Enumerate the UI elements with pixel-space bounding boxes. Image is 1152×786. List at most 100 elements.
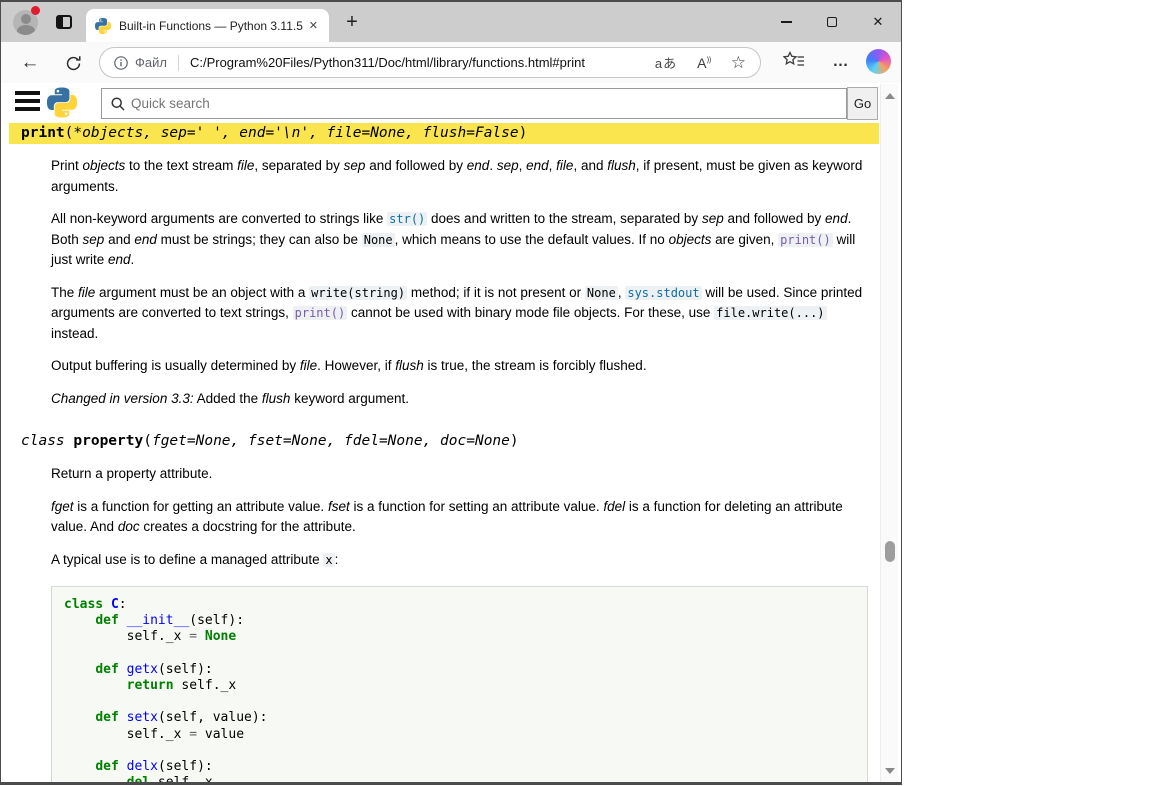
page-scrollbar[interactable] (880, 84, 898, 782)
text-segment: class (21, 433, 73, 449)
code-token: delx (127, 759, 158, 774)
code-token: : (119, 597, 127, 612)
minimize-button[interactable] (763, 2, 809, 42)
code-token: def (95, 662, 118, 677)
text-segment: to the text stream (125, 158, 237, 173)
settings-more-icon[interactable]: … (827, 46, 855, 78)
code-token (119, 759, 127, 774)
scroll-up-icon[interactable] (881, 87, 899, 104)
maximize-button[interactable] (809, 2, 855, 42)
tab-close-icon[interactable]: ✕ (307, 19, 320, 32)
refresh-button[interactable] (61, 51, 85, 75)
page-content: Go print ( *objects, sep=' ', end='\n', fi… (1, 83, 901, 782)
text-segment: and followed by (724, 211, 825, 226)
back-button[interactable]: ← (18, 51, 42, 75)
text-segment[interactable]: print() (778, 233, 833, 247)
code-token: setx (127, 710, 158, 725)
text-segment: sep (497, 158, 519, 173)
text-segment: sep (344, 158, 366, 173)
close-button[interactable]: ✕ (855, 2, 901, 42)
code-token (119, 710, 127, 725)
text-segment: fset (328, 499, 350, 514)
url-text[interactable]: C:/Program%20Files/Python311/Doc/html/li… (190, 55, 649, 70)
code-line (64, 646, 855, 662)
go-button[interactable]: Go (847, 87, 878, 120)
code-line: def __init__(self): (64, 613, 855, 629)
code-line: def getx(self): (64, 662, 855, 678)
text-segment: flush (262, 391, 291, 406)
text-segment: , which means to use the default values.… (395, 232, 669, 247)
text-segment: Changed in version 3.3: (51, 391, 194, 406)
text-segment: write(string) (309, 286, 407, 300)
copilot-icon[interactable] (866, 49, 891, 74)
browser-tab[interactable]: Built-in Functions — Python 3.11.5 ✕ (86, 9, 329, 42)
text-segment: , (519, 158, 527, 173)
scrollbar-thumb[interactable] (885, 541, 895, 562)
code-token: self._x (174, 678, 237, 693)
text-segment: None (585, 286, 618, 300)
favorite-star-icon[interactable]: ☆ (731, 53, 746, 73)
tab-actions-icon[interactable] (56, 15, 72, 29)
text-segment: fget=None, fset=None, fdel=None, doc=Non… (152, 433, 510, 449)
property-signature[interactable]: class property(fget=None, fset=None, fde… (9, 431, 879, 452)
code-token: (self): (158, 662, 213, 677)
code-token: self._x (64, 727, 189, 742)
doc-content: print ( *objects, sep=' ', end='\n', file=… (9, 123, 879, 785)
code-line: self._x = None (64, 629, 855, 645)
code-line: del self._x (64, 775, 855, 785)
code-token (197, 629, 205, 644)
info-icon[interactable] (114, 56, 128, 70)
text-segment[interactable]: print() (293, 306, 348, 320)
window-controls: ✕ (763, 2, 901, 42)
text-segment: , separated by (254, 158, 343, 173)
print-description: Print objects to the text stream file, s… (51, 156, 863, 409)
search-icon (111, 97, 125, 111)
text-segment: file (78, 285, 95, 300)
text-segment: is a function for setting an attribute v… (350, 499, 604, 514)
text-segment: *objects, sep=' ', end='\n', file=None, … (73, 125, 518, 141)
read-aloud-icon[interactable]: A⟩⟩ (697, 55, 711, 71)
translate-icon[interactable]: aあ (655, 53, 677, 72)
code-token (103, 597, 111, 612)
text-segment: . However, if (317, 358, 395, 373)
code-line: return self._x (64, 678, 855, 694)
text-segment: The (51, 285, 78, 300)
notification-dot (31, 6, 40, 15)
text-segment: fget (51, 499, 74, 514)
doc-paragraph: A typical use is to define a managed att… (51, 550, 863, 571)
text-segment: end (108, 252, 131, 267)
code-token: (self, value): (158, 710, 268, 725)
code-example-block: class C: def __init__(self): self._x = N… (51, 586, 868, 785)
text-segment: end (825, 211, 848, 226)
text-segment: Print (51, 158, 83, 173)
scroll-down-icon[interactable] (881, 762, 899, 779)
code-line (64, 694, 855, 710)
code-token (64, 662, 95, 677)
code-token: getx (127, 662, 158, 677)
text-segment: file (556, 158, 573, 173)
text-segment: end (467, 158, 490, 173)
code-token (64, 759, 95, 774)
text-segment: does and written to the stream, separate… (427, 211, 702, 226)
text-segment[interactable]: str() (387, 212, 427, 226)
code-token: None (205, 629, 236, 644)
favorites-list-icon[interactable] (783, 51, 805, 76)
text-segment: is true, the stream is forcibly flushed. (424, 358, 647, 373)
code-token (119, 662, 127, 677)
text-segment: ( (143, 433, 152, 449)
code-token: def (95, 759, 118, 774)
text-segment[interactable]: sys.stdout (625, 286, 701, 300)
text-segment: print (21, 125, 65, 141)
text-segment: fdel (603, 499, 625, 514)
code-line: self._x = value (64, 727, 855, 743)
text-segment: instead. (51, 326, 98, 341)
print-signature[interactable]: print(*objects, sep=' ', end='\n', file=… (9, 123, 879, 144)
address-bar[interactable]: Файл C:/Program%20Files/Python311/Doc/ht… (99, 47, 761, 78)
search-input[interactable] (131, 96, 846, 111)
menu-hamburger-icon[interactable] (15, 91, 40, 115)
text-segment: Added the (194, 391, 262, 406)
new-tab-button[interactable]: + (339, 9, 365, 35)
tab-title: Built-in Functions — Python 3.11.5 (119, 19, 307, 33)
code-token: def (95, 613, 118, 628)
python-logo[interactable] (47, 86, 77, 124)
